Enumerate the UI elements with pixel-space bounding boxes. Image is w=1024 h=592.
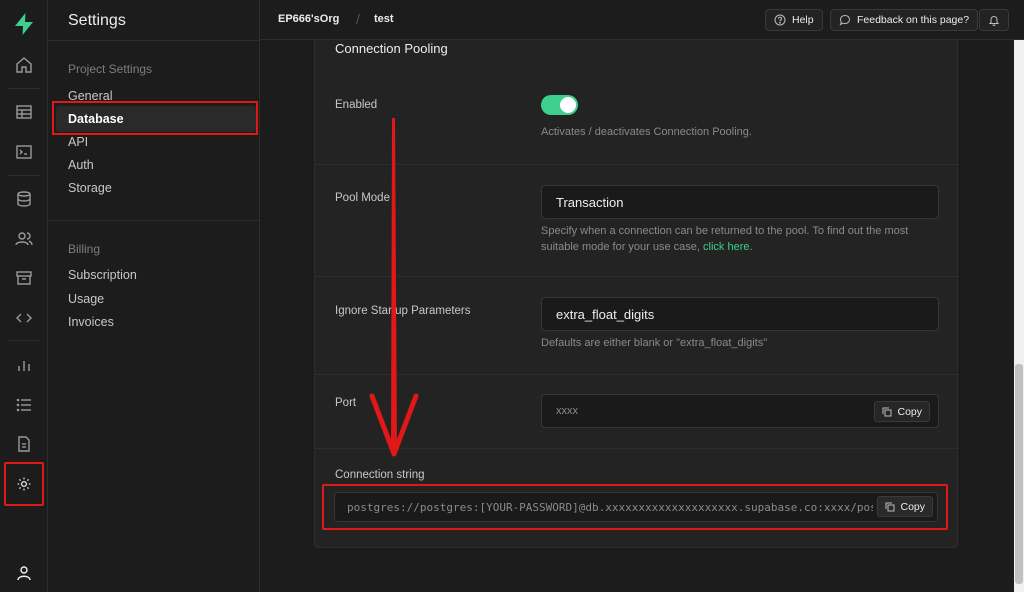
settings-menu: Settings Project Settings General Databa… [48, 0, 260, 592]
chat-icon [839, 14, 851, 26]
help-icon [774, 14, 786, 26]
menu-item-invoices[interactable]: Invoices [68, 315, 114, 329]
ignore-startup-input[interactable]: extra_float_digits [541, 297, 939, 331]
connection-string-field[interactable]: postgres://postgres:[YOUR-PASSWORD]@db.x… [334, 492, 938, 522]
breadcrumb-org[interactable]: EP666'sOrg [278, 13, 339, 25]
docs-icon[interactable] [14, 434, 34, 454]
billing-heading: Billing [68, 242, 101, 256]
pool-mode-value: Transaction [556, 194, 624, 210]
icon-rail [0, 0, 48, 592]
main-content: Connection Pooling Enabled Activates / d… [260, 40, 1014, 592]
storage-icon[interactable] [14, 268, 34, 288]
pool-mode-select[interactable]: Transaction [541, 185, 939, 219]
menu-divider [48, 220, 260, 221]
ignore-startup-value: extra_float_digits [556, 306, 655, 322]
logs-icon[interactable] [14, 395, 34, 415]
click-here-link[interactable]: click here. [703, 241, 753, 253]
top-bar: EP666'sOrg / test Help Feedback on this … [260, 0, 1024, 40]
copy-icon [885, 502, 895, 511]
enabled-label: Enabled [335, 99, 378, 111]
scrollbar-thumb[interactable] [1015, 364, 1023, 584]
settings-button[interactable] [4, 462, 44, 506]
menu-item-auth[interactable]: Auth [68, 158, 94, 172]
connection-pooling-card: Connection Pooling Enabled Activates / d… [314, 40, 959, 548]
connection-string-copy-button[interactable]: Copy [877, 496, 933, 517]
settings-icon [17, 477, 31, 491]
toggle-knob [560, 97, 576, 113]
row-divider [315, 448, 959, 449]
database-icon[interactable] [14, 189, 34, 209]
copy-label: Copy [900, 500, 925, 513]
breadcrumb-project[interactable]: test [374, 13, 394, 25]
users-icon[interactable] [14, 229, 34, 249]
breadcrumb-separator: / [356, 11, 360, 27]
menu-item-usage[interactable]: Usage [68, 292, 104, 306]
menu-title: Settings [68, 12, 126, 29]
port-field[interactable]: xxxx Copy [541, 394, 939, 428]
menu-item-api[interactable]: API [68, 135, 88, 149]
pool-mode-help-text: Specify when a connection can be returne… [541, 223, 941, 255]
enabled-help-text: Activates / deactivates Connection Pooli… [541, 126, 752, 138]
pooling-enabled-toggle[interactable] [541, 95, 578, 115]
port-value: xxxx [556, 405, 578, 417]
ignore-startup-label: Ignore Startup Parameters [335, 305, 471, 317]
card-title: Connection Pooling [335, 41, 448, 56]
menu-divider [48, 40, 260, 41]
copy-label: Copy [897, 405, 922, 418]
supabase-logo-icon[interactable] [12, 12, 36, 36]
pool-mode-label: Pool Mode [335, 192, 390, 204]
rail-divider [8, 340, 40, 341]
port-copy-button[interactable]: Copy [874, 401, 930, 422]
project-settings-heading: Project Settings [68, 62, 153, 76]
row-divider [315, 164, 959, 165]
menu-item-storage[interactable]: Storage [68, 181, 112, 195]
connection-string-label: Connection string [335, 469, 425, 481]
scrollbar[interactable] [1014, 40, 1024, 592]
connection-string-value: postgres://postgres:[YOUR-PASSWORD]@db.x… [347, 501, 873, 514]
row-divider [315, 374, 959, 375]
database-highlight-box [52, 101, 258, 135]
help-label: Help [792, 14, 814, 26]
menu-item-subscription[interactable]: Subscription [68, 268, 137, 282]
row-divider [315, 276, 959, 277]
api-icon[interactable] [14, 308, 34, 328]
copy-icon [882, 407, 892, 416]
reports-icon[interactable] [14, 355, 34, 375]
help-button[interactable]: Help [765, 9, 823, 31]
rail-divider [8, 175, 40, 176]
notifications-button[interactable] [979, 9, 1009, 31]
ignore-startup-help-text: Defaults are either blank or "extra_floa… [541, 337, 768, 349]
feedback-label: Feedback on this page? [857, 14, 970, 26]
connection-string-highlight-box: postgres://postgres:[YOUR-PASSWORD]@db.x… [322, 484, 948, 530]
account-icon[interactable] [14, 563, 34, 583]
feedback-button[interactable]: Feedback on this page? [830, 9, 979, 31]
port-label: Port [335, 397, 357, 409]
home-icon[interactable] [14, 55, 34, 75]
bell-icon [988, 16, 1000, 26]
rail-divider [8, 88, 40, 89]
sql-editor-icon[interactable] [14, 142, 34, 162]
table-editor-icon[interactable] [14, 102, 34, 122]
